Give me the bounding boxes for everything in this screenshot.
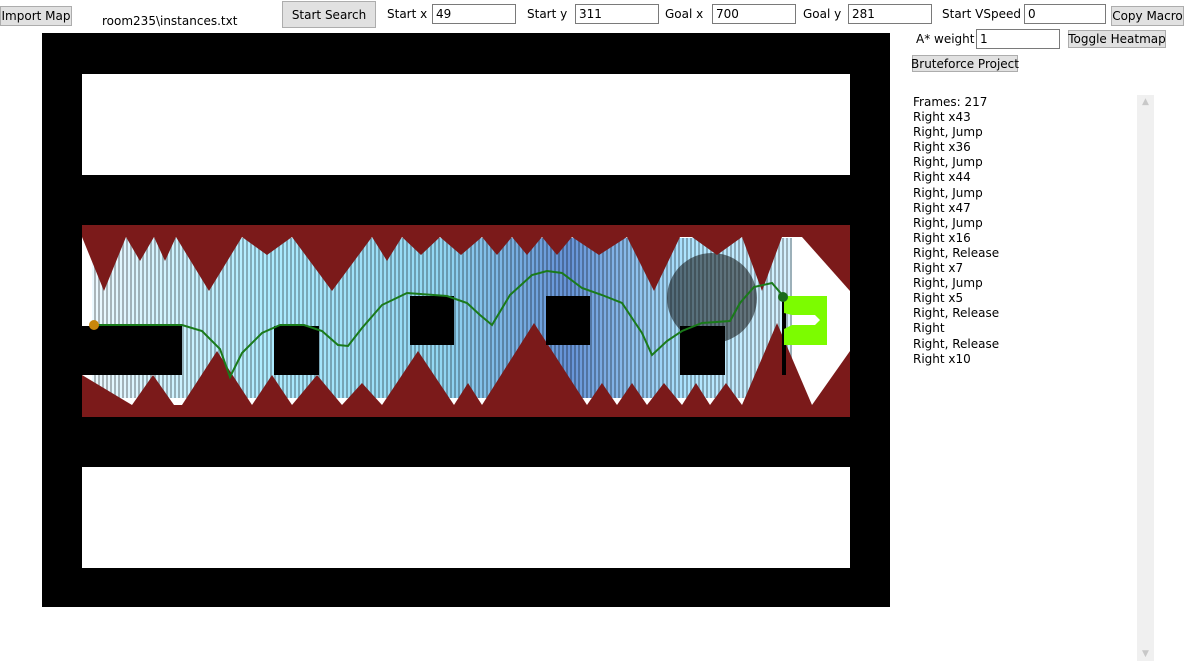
macro-line: Right x36 (913, 140, 971, 155)
macro-line: Right x43 (913, 110, 971, 125)
macro-line: Right, Release (913, 336, 1000, 351)
lower-room (82, 467, 850, 568)
macro-line: Right, Jump (913, 215, 983, 230)
start-x-label: Start x (387, 7, 428, 21)
astar-weight-field[interactable] (976, 29, 1060, 49)
macro-line: Frames: 217 (913, 95, 988, 109)
macro-line: Right, Release (913, 245, 1000, 260)
start-y-field[interactable] (575, 4, 659, 24)
goal-y-field[interactable] (848, 4, 932, 24)
goal-y-label: Goal y (803, 7, 842, 21)
macro-line: Right x44 (913, 170, 971, 185)
chevron-up-icon[interactable]: ▲ (1137, 95, 1154, 109)
copy-macro-button[interactable]: Copy Macro (1111, 6, 1184, 26)
macro-line: Right x10 (913, 351, 971, 366)
start-x-field[interactable] (432, 4, 516, 24)
goal-x-label: Goal x (665, 7, 704, 21)
macro-line: Right x47 (913, 200, 971, 215)
map-path-label: room235\instances.txt (102, 14, 238, 28)
start-vspeed-label: Start VSpeed (942, 7, 1021, 21)
start-marker (89, 320, 99, 330)
goal-marker (778, 292, 788, 302)
start-vspeed-field[interactable] (1024, 4, 1106, 24)
import-map-button[interactable]: Import Map (0, 6, 72, 26)
macro-line: Right x5 (913, 291, 964, 306)
bruteforce-project-button[interactable]: Bruteforce Project (911, 55, 1019, 72)
macro-line: Right x16 (913, 230, 971, 245)
map-canvas[interactable] (42, 33, 890, 607)
toggle-heatmap-button[interactable]: Toggle Heatmap (1068, 30, 1166, 48)
output-scrollbar[interactable]: ▲ ▼ (1137, 95, 1154, 661)
map-svg (42, 33, 890, 607)
upper-room (82, 74, 850, 175)
macro-output-list: Frames: 217 Right x43 Right, Jump Right x36… (913, 95, 999, 367)
chevron-down-icon[interactable]: ▼ (1137, 647, 1154, 661)
macro-line: Right, Release (913, 306, 1000, 321)
macro-line: Right x7 (913, 261, 964, 276)
astar-weight-label: A* weight (916, 32, 975, 46)
macro-line: Right, Jump (913, 185, 983, 200)
macro-line: Right, Jump (913, 155, 983, 170)
macro-line: Right, Jump (913, 276, 983, 291)
macro-line: Right, Jump (913, 125, 983, 140)
macro-line: Right (913, 321, 945, 336)
goal-x-field[interactable] (712, 4, 796, 24)
start-y-label: Start y (527, 7, 568, 21)
start-search-button[interactable]: Start Search (282, 1, 376, 28)
